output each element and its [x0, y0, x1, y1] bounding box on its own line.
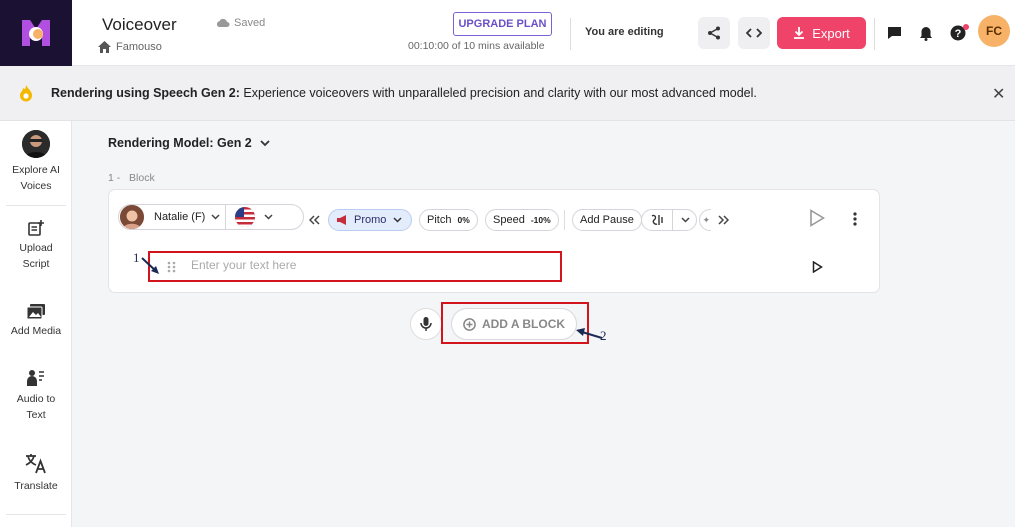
pitch-control[interactable]: Pitch 0% — [419, 209, 478, 231]
voice-avatar — [120, 205, 144, 229]
voice-pill-divider — [225, 205, 227, 229]
embed-code-button[interactable] — [738, 17, 770, 49]
emphasis-divider — [672, 210, 673, 230]
sidebar-item-add-media[interactable]: Add Media — [0, 304, 72, 339]
banner-text: Experience voiceovers with unparalleled … — [239, 86, 757, 100]
share-button[interactable] — [698, 17, 730, 49]
voice-name: Natalie (F) — [154, 211, 206, 223]
play-line-icon[interactable] — [812, 261, 823, 273]
sidebar-item-upload-script[interactable]: Upload Script — [0, 220, 72, 272]
notification-dot — [963, 24, 969, 30]
banner-message: Rendering using Speech Gen 2: Experience… — [51, 86, 757, 100]
header-divider — [570, 18, 571, 50]
annotation-label-1: 1 — [133, 250, 140, 265]
chat-icon[interactable] — [885, 24, 903, 42]
close-icon[interactable]: ✕ — [992, 84, 1005, 104]
sidebar-label-translate: Translate — [14, 480, 58, 492]
chevron-down-icon — [681, 217, 690, 223]
breadcrumb-label: Famouso — [116, 41, 162, 53]
annotation-arrow-1 — [141, 257, 159, 274]
speed-control[interactable]: Speed -10% — [485, 209, 559, 231]
block-header: 1 - Block — [108, 172, 155, 184]
sidebar-label-explore: Explore AI Voices — [12, 164, 60, 192]
sidebar-item-audio-to-text[interactable]: Audio to Text — [0, 369, 72, 423]
home-icon — [98, 41, 111, 53]
sidebar-divider — [6, 205, 66, 206]
translate-icon — [0, 452, 72, 474]
project-title[interactable]: Voiceover — [102, 15, 177, 35]
voice-avatar-icon — [22, 130, 50, 158]
chevron-down-icon — [264, 214, 273, 220]
chevron-down-icon — [211, 214, 220, 220]
sidebar-label-media: Add Media — [10, 325, 62, 337]
style-label: Promo — [354, 214, 387, 226]
annotation-box-2 — [441, 302, 589, 344]
upgrade-plan-button[interactable]: UPGRADE PLAN — [453, 12, 552, 36]
more-options-icon[interactable] — [853, 212, 857, 226]
share-icon — [708, 26, 720, 40]
banner-bold-text: Rendering using Speech Gen 2: — [51, 86, 240, 100]
editing-status: You are editing — [585, 26, 664, 38]
sidebar-label-audio: Audio to Text — [16, 393, 56, 421]
export-label: Export — [812, 25, 850, 41]
sidebar-item-translate[interactable]: Translate — [0, 452, 72, 494]
rendering-model-dropdown[interactable]: Rendering Model: Gen 2 — [108, 136, 270, 150]
microphone-icon — [420, 317, 432, 331]
pitch-value: 0% — [457, 215, 470, 225]
speech-to-text-icon — [0, 369, 72, 387]
flame-icon — [20, 85, 32, 102]
media-icon — [0, 304, 72, 319]
upload-script-icon — [0, 220, 72, 236]
expand-right-icon[interactable] — [718, 215, 729, 225]
annotation-box-1 — [148, 251, 562, 282]
left-sidebar: Explore AI Voices Upload Script Add Medi… — [0, 121, 72, 527]
megaphone-icon — [337, 215, 346, 225]
app-logo[interactable] — [0, 0, 72, 66]
user-avatar[interactable]: FC — [978, 15, 1010, 47]
voice-selector[interactable]: Natalie (F) — [118, 204, 304, 230]
sidebar-divider-bottom — [6, 514, 66, 515]
add-pause-label: Add Pause — [580, 214, 634, 226]
breadcrumb[interactable]: Famouso — [98, 41, 162, 53]
code-icon — [746, 28, 762, 38]
play-block-icon[interactable] — [809, 209, 825, 227]
svg-text:?: ? — [955, 28, 962, 40]
emphasis-icon — [651, 214, 663, 225]
sidebar-label-upload: Upload Script — [19, 242, 53, 270]
emphasis-dropdown[interactable] — [641, 209, 697, 231]
top-header: Voiceover Saved Famouso UPGRADE PLAN 00:… — [0, 0, 1015, 66]
minutes-available: 00:10:00 of 10 mins available — [408, 40, 545, 52]
saved-status: Saved — [216, 17, 265, 29]
toolbar-divider — [564, 210, 565, 230]
pitch-label: Pitch — [427, 214, 452, 226]
sidebar-item-explore-ai-voices[interactable]: Explore AI Voices — [0, 130, 72, 194]
sparkle-icon: ✦ — [702, 214, 710, 225]
annotation-label-2: 2 — [600, 328, 607, 343]
rendering-model-label: Rendering Model: Gen 2 — [108, 136, 252, 150]
chevron-down-icon — [260, 139, 270, 146]
speed-value: -10% — [530, 215, 551, 225]
saved-label: Saved — [234, 17, 266, 29]
block-title: Block — [129, 172, 155, 184]
header-divider-2 — [874, 18, 875, 50]
record-voice-button[interactable] — [410, 308, 442, 340]
bell-icon[interactable] — [917, 24, 935, 42]
download-icon — [794, 27, 805, 39]
us-flag-icon — [235, 207, 256, 227]
export-button[interactable]: Export — [777, 17, 866, 49]
chevron-down-icon — [393, 217, 402, 223]
more-controls-pill[interactable]: ✦ — [699, 209, 711, 231]
cloud-icon — [216, 18, 230, 27]
collapse-left-icon[interactable] — [309, 215, 320, 225]
speed-label: Speed — [493, 214, 525, 226]
info-banner: Rendering using Speech Gen 2: Experience… — [0, 66, 1015, 121]
block-number: 1 - — [108, 172, 121, 184]
add-pause-button[interactable]: Add Pause — [572, 209, 642, 231]
style-dropdown[interactable]: Promo — [328, 209, 412, 231]
